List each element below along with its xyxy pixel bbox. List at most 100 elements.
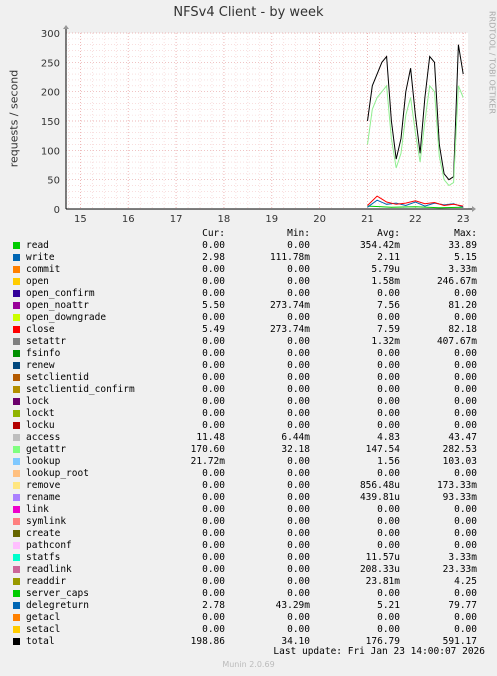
legend-row: rename 0.00 0.00 439.81u 93.33m: [0, 492, 497, 504]
legend-cur: 0.00: [202, 372, 225, 383]
legend-swatch: [13, 578, 20, 585]
legend-max: 43.47: [448, 432, 477, 443]
legend-name: link: [26, 504, 49, 515]
legend-min: 0.00: [287, 480, 310, 491]
legend-avg: 0.00: [377, 504, 400, 515]
legend-header-avg: Avg:: [377, 228, 400, 239]
legend-max: 0.00: [454, 372, 477, 383]
legend-row: read 0.00 0.00 354.42m 33.89: [0, 240, 497, 252]
legend-name: write: [26, 252, 55, 263]
legend-cur: 5.49: [202, 324, 225, 335]
legend-row: readdir 0.00 0.00 23.81m 4.25: [0, 576, 497, 588]
legend-avg: 856.48u: [359, 480, 400, 491]
legend-avg: 1.56: [377, 456, 400, 467]
legend-avg: 0.00: [377, 540, 400, 551]
legend-max: 0.00: [454, 384, 477, 395]
legend-name: access: [26, 432, 61, 443]
legend-max: 0.00: [454, 408, 477, 419]
legend-name: open: [26, 276, 49, 287]
legend-cur: 2.78: [202, 600, 225, 611]
legend-max: 0.00: [454, 288, 477, 299]
legend-swatch: [13, 278, 20, 285]
legend-min: 0.00: [287, 492, 310, 503]
legend-row: renew 0.00 0.00 0.00 0.00: [0, 360, 497, 372]
legend-row: remove 0.00 0.00 856.48u 173.33m: [0, 480, 497, 492]
legend-swatch: [13, 290, 20, 297]
legend-cur: 5.50: [202, 300, 225, 311]
legend-avg: 0.00: [377, 612, 400, 623]
legend-min: 0.00: [287, 420, 310, 431]
legend-name: readdir: [26, 576, 67, 587]
legend-min: 0.00: [287, 264, 310, 275]
legend-row: readlink 0.00 0.00 208.33u 23.33m: [0, 564, 497, 576]
legend-row: getattr 170.60 32.18 147.54 282.53: [0, 444, 497, 456]
legend-name: getattr: [26, 444, 67, 455]
legend-row: server_caps 0.00 0.00 0.00 0.00: [0, 588, 497, 600]
legend-cur: 0.00: [202, 528, 225, 539]
munin-version: Munin 2.0.69: [222, 660, 275, 669]
legend-cur: 0.00: [202, 360, 225, 371]
legend-cur: 0.00: [202, 336, 225, 347]
legend-header: Cur: Min: Avg: Max:: [0, 228, 497, 240]
last-update: Last update: Fri Jan 23 14:00:07 2026: [273, 646, 485, 657]
legend-min: 0.00: [287, 564, 310, 575]
legend-header-cur: Cur:: [202, 228, 225, 239]
legend-row: lockt 0.00 0.00 0.00 0.00: [0, 408, 497, 420]
legend-min: 0.00: [287, 624, 310, 635]
legend-row: open_noattr 5.50 273.74m 7.56 81.20: [0, 300, 497, 312]
legend-avg: 5.21: [377, 600, 400, 611]
legend-avg: 0.00: [377, 384, 400, 395]
legend-avg: 0.00: [377, 516, 400, 527]
legend-min: 0.00: [287, 408, 310, 419]
legend-cur: 0.00: [202, 420, 225, 431]
legend-max: 0.00: [454, 516, 477, 527]
legend-min: 0.00: [287, 288, 310, 299]
legend-row: lookup_root 0.00 0.00 0.00 0.00: [0, 468, 497, 480]
legend-avg: 2.11: [377, 252, 400, 263]
legend-swatch: [13, 386, 20, 393]
legend-row: lock 0.00 0.00 0.00 0.00: [0, 396, 497, 408]
legend-cur: 0.00: [202, 612, 225, 623]
legend-min: 0.00: [287, 384, 310, 395]
legend-cur: 0.00: [202, 348, 225, 359]
legend-name: open_confirm: [26, 288, 95, 299]
legend-name: open_downgrade: [26, 312, 107, 323]
legend-swatch: [13, 530, 20, 537]
legend-cur: 0.00: [202, 468, 225, 479]
legend-swatch: [13, 242, 20, 249]
legend-cur: 0.00: [202, 480, 225, 491]
legend-min: 43.29m: [275, 600, 310, 611]
legend-max: 4.25: [454, 576, 477, 587]
legend-row: link 0.00 0.00 0.00 0.00: [0, 504, 497, 516]
legend-row: getacl 0.00 0.00 0.00 0.00: [0, 612, 497, 624]
legend-table: Cur: Min: Avg: Max: read 0.00 0.00 354.42m 33.89…: [0, 0, 497, 676]
legend-swatch: [13, 302, 20, 309]
legend-max: 0.00: [454, 504, 477, 515]
legend-max: 3.33m: [448, 264, 477, 275]
legend-cur: 0.00: [202, 516, 225, 527]
legend-max: 0.00: [454, 396, 477, 407]
legend-cur: 0.00: [202, 264, 225, 275]
legend-max: 103.03: [442, 456, 477, 467]
legend-max: 3.33m: [448, 552, 477, 563]
legend-cur: 21.72m: [190, 456, 225, 467]
legend-name: commit: [26, 264, 61, 275]
legend-avg: 0.00: [377, 624, 400, 635]
legend-min: 0.00: [287, 612, 310, 623]
legend-name: symlink: [26, 516, 67, 527]
legend-row: setclientid 0.00 0.00 0.00 0.00: [0, 372, 497, 384]
legend-row: locku 0.00 0.00 0.00 0.00: [0, 420, 497, 432]
legend-min: 0.00: [287, 516, 310, 527]
legend-row: open_confirm 0.00 0.00 0.00 0.00: [0, 288, 497, 300]
legend-name: locku: [26, 420, 55, 431]
legend-max: 5.15: [454, 252, 477, 263]
legend-name: setclientid: [26, 372, 89, 383]
legend-avg: 23.81m: [365, 576, 400, 587]
legend-max: 0.00: [454, 360, 477, 371]
legend-swatch: [13, 266, 20, 273]
legend-swatch: [13, 506, 20, 513]
legend-min: 111.78m: [269, 252, 310, 263]
legend-row: fsinfo 0.00 0.00 0.00 0.00: [0, 348, 497, 360]
legend-name: renew: [26, 360, 55, 371]
legend-cur: 0.00: [202, 240, 225, 251]
